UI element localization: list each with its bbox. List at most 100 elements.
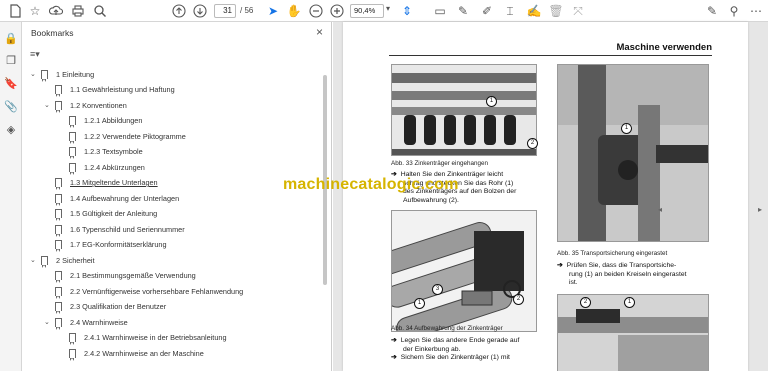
comment-icon[interactable]: ▭ [432, 3, 448, 19]
pdf-page: Maschine verwenden 1 2 Abb. 33 Zinkenträ… [343, 22, 748, 371]
bookmark-item[interactable]: 2.4.2 Warnhinweise an der Maschine [58, 346, 204, 361]
bookmark-icon [55, 224, 62, 237]
figure-35-caption: Abb. 35 Transportsicherung eingerastet [557, 250, 668, 257]
page-total: / 56 [240, 6, 254, 15]
bookmark-icon [69, 116, 76, 128]
select-cursor-icon[interactable]: ➤ [265, 3, 281, 19]
draw-icon[interactable]: ✐ [479, 3, 495, 19]
bookmark-item[interactable]: 1.3 Mitgeltende Unterlagen [44, 176, 158, 190]
layers-icon[interactable]: ◈ [3, 122, 19, 138]
scroll-left-icon[interactable]: ◂ [658, 205, 662, 214]
bookmark-icon [55, 193, 62, 206]
chevron-down-icon[interactable]: ⌄ [44, 318, 52, 326]
chevron-down-icon[interactable]: ⌄ [44, 101, 52, 109]
cloud-upload-icon[interactable] [48, 3, 64, 19]
figure-34-instruction: ➔ Legen Sie das andere Ende gerade auf de… [391, 337, 520, 361]
bookmark-item[interactable]: 1.1 Gewährleistung und Haftung [44, 83, 175, 97]
share-icon[interactable]: ⚲ [726, 3, 742, 19]
callout-2-fig34: 2 [513, 294, 524, 305]
previous-page-icon[interactable] [171, 3, 187, 19]
next-page-icon[interactable] [192, 3, 208, 19]
zoom-in-icon[interactable] [329, 3, 345, 19]
star-icon[interactable]: ☆ [27, 3, 43, 19]
figure-33-caption: Abb. 33 Zinkenträger eingehangen [391, 160, 488, 167]
bookmark-item[interactable]: ⌄ 1 Einleitung [30, 67, 94, 82]
bookmark-item[interactable]: 2.2 Vernünftigerweise vorhersehbare Fehl… [44, 284, 243, 299]
bookmark-icon [55, 209, 62, 221]
delete-icon[interactable]: 🗑 [548, 3, 564, 19]
bookmark-label: 1.2.1 Abbildungen [84, 116, 143, 125]
watermark: machinecatalogic.com [283, 176, 459, 193]
bookmark-icon [41, 69, 48, 82]
attachments-icon[interactable]: 📎 [3, 99, 19, 115]
bookmarks-icon[interactable]: 🔖 [3, 76, 19, 92]
bookmark-item[interactable]: ⌄ 2.4 Warnhinweise [44, 315, 128, 330]
heading-rule [389, 55, 712, 56]
zoom-dropdown-icon[interactable]: ▾ [386, 4, 390, 13]
fit-page-icon[interactable]: ⇕ [399, 3, 415, 19]
bookmark-item[interactable]: 1.2.3 Textsymbole [58, 145, 143, 159]
edit-pdf-icon[interactable]: ✎ [704, 3, 720, 19]
page-number-input[interactable]: 31 [214, 4, 236, 18]
bookmarks-panel: Bookmarks × ≡▾ ⌄ 1 Einleitung 1.1 Gewährle… [22, 22, 332, 371]
bookmark-icon [69, 333, 76, 345]
bookmark-item[interactable]: 2.4.1 Warnhinweise in der Betriebsanleit… [58, 331, 227, 345]
bookmark-icon [55, 178, 62, 190]
open-file-icon[interactable] [7, 3, 23, 19]
bookmark-label: 2.1 Bestimmungsgemäße Verwendung [70, 271, 196, 280]
document-viewport[interactable]: Maschine verwenden 1 2 Abb. 33 Zinkenträ… [333, 22, 768, 371]
print-icon[interactable] [70, 3, 86, 19]
callout-2: 2 [527, 138, 538, 149]
bookmark-icon [69, 131, 76, 144]
bookmark-item[interactable]: 1.2.4 Abkürzungen [58, 160, 145, 175]
bookmark-label: 2.4.2 Warnhinweise an der Maschine [84, 348, 204, 358]
callout-1: 1 [486, 96, 497, 107]
bookmark-item[interactable]: 1.4 Aufbewahrung der Unterlagen [44, 191, 179, 206]
figure-33-image [391, 64, 537, 156]
highlight-icon[interactable]: ✎ [455, 3, 471, 19]
chevron-down-icon[interactable]: ⌄ [30, 256, 38, 264]
bookmark-icon [55, 302, 62, 314]
bookmark-scrollbar[interactable] [322, 67, 328, 367]
callout-1-fig34: 1 [414, 298, 425, 309]
callout-1-fig36: 1 [624, 297, 635, 308]
bookmark-label: 2.4 Warnhinweise [70, 317, 128, 327]
bookmark-icon [55, 271, 62, 283]
bookmark-label: 2.4.1 Warnhinweise in der Betriebsanleit… [84, 333, 227, 342]
lock-icon[interactable]: 🔒 [3, 31, 19, 47]
bookmark-item[interactable]: 2.3 Qualifikation der Benutzer [44, 300, 166, 314]
more-tools-icon[interactable]: ⋯ [748, 3, 764, 19]
bookmark-item[interactable]: 1.6 Typenschild und Seriennummer [44, 222, 185, 237]
bookmark-label: 1.6 Typenschild und Seriennummer [70, 224, 185, 234]
bookmark-item[interactable]: 2.1 Bestimmungsgemäße Verwendung [44, 269, 196, 283]
link-icon[interactable]: ⤧ [570, 3, 586, 19]
bookmark-icon [55, 286, 62, 299]
bookmark-icon [69, 147, 76, 159]
text-select-icon[interactable]: ⌶ [502, 3, 518, 19]
close-icon[interactable]: × [316, 25, 323, 39]
callout-1-fig35: 1 [621, 123, 632, 134]
bookmark-item[interactable]: 1.5 Gültigkeit der Anleitung [44, 207, 157, 221]
bookmark-label: 1.2 Konventionen [70, 100, 127, 110]
bookmark-icon [69, 162, 76, 175]
search-icon[interactable] [92, 3, 108, 19]
bookmark-item[interactable]: 1.7 EG-Konformitätserklärung [44, 238, 167, 252]
bookmark-icon [55, 100, 62, 113]
zoom-out-icon[interactable] [308, 3, 324, 19]
bookmark-label: 1.2.2 Verwendete Piktogramme [84, 131, 186, 141]
zoom-level-input[interactable]: 90,4% [350, 4, 384, 18]
hand-tool-icon[interactable]: ✋ [286, 3, 302, 19]
bookmark-item[interactable]: ⌄ 2 Sicherheit [30, 253, 95, 268]
chevron-down-icon[interactable]: ⌄ [30, 70, 38, 78]
figure-35-image [557, 64, 709, 242]
bookmark-item[interactable]: ⌄ 1.2 Konventionen [44, 98, 127, 113]
bookmark-options-icon[interactable]: ≡▾ [30, 49, 40, 60]
panel-title: Bookmarks [31, 28, 74, 38]
bookmark-item[interactable]: 1.2.1 Abbildungen [58, 114, 142, 128]
edit-icon[interactable]: ✍ [526, 3, 542, 19]
page-thumbnails-icon[interactable]: ❐ [3, 53, 19, 69]
scroll-right-icon[interactable]: ▸ [758, 205, 762, 214]
bookmark-label: 2 Sicherheit [56, 255, 95, 265]
bookmark-label: 1.3 Mitgeltende Unterlagen [70, 178, 158, 187]
bookmark-item[interactable]: 1.2.2 Verwendete Piktogramme [58, 129, 186, 144]
